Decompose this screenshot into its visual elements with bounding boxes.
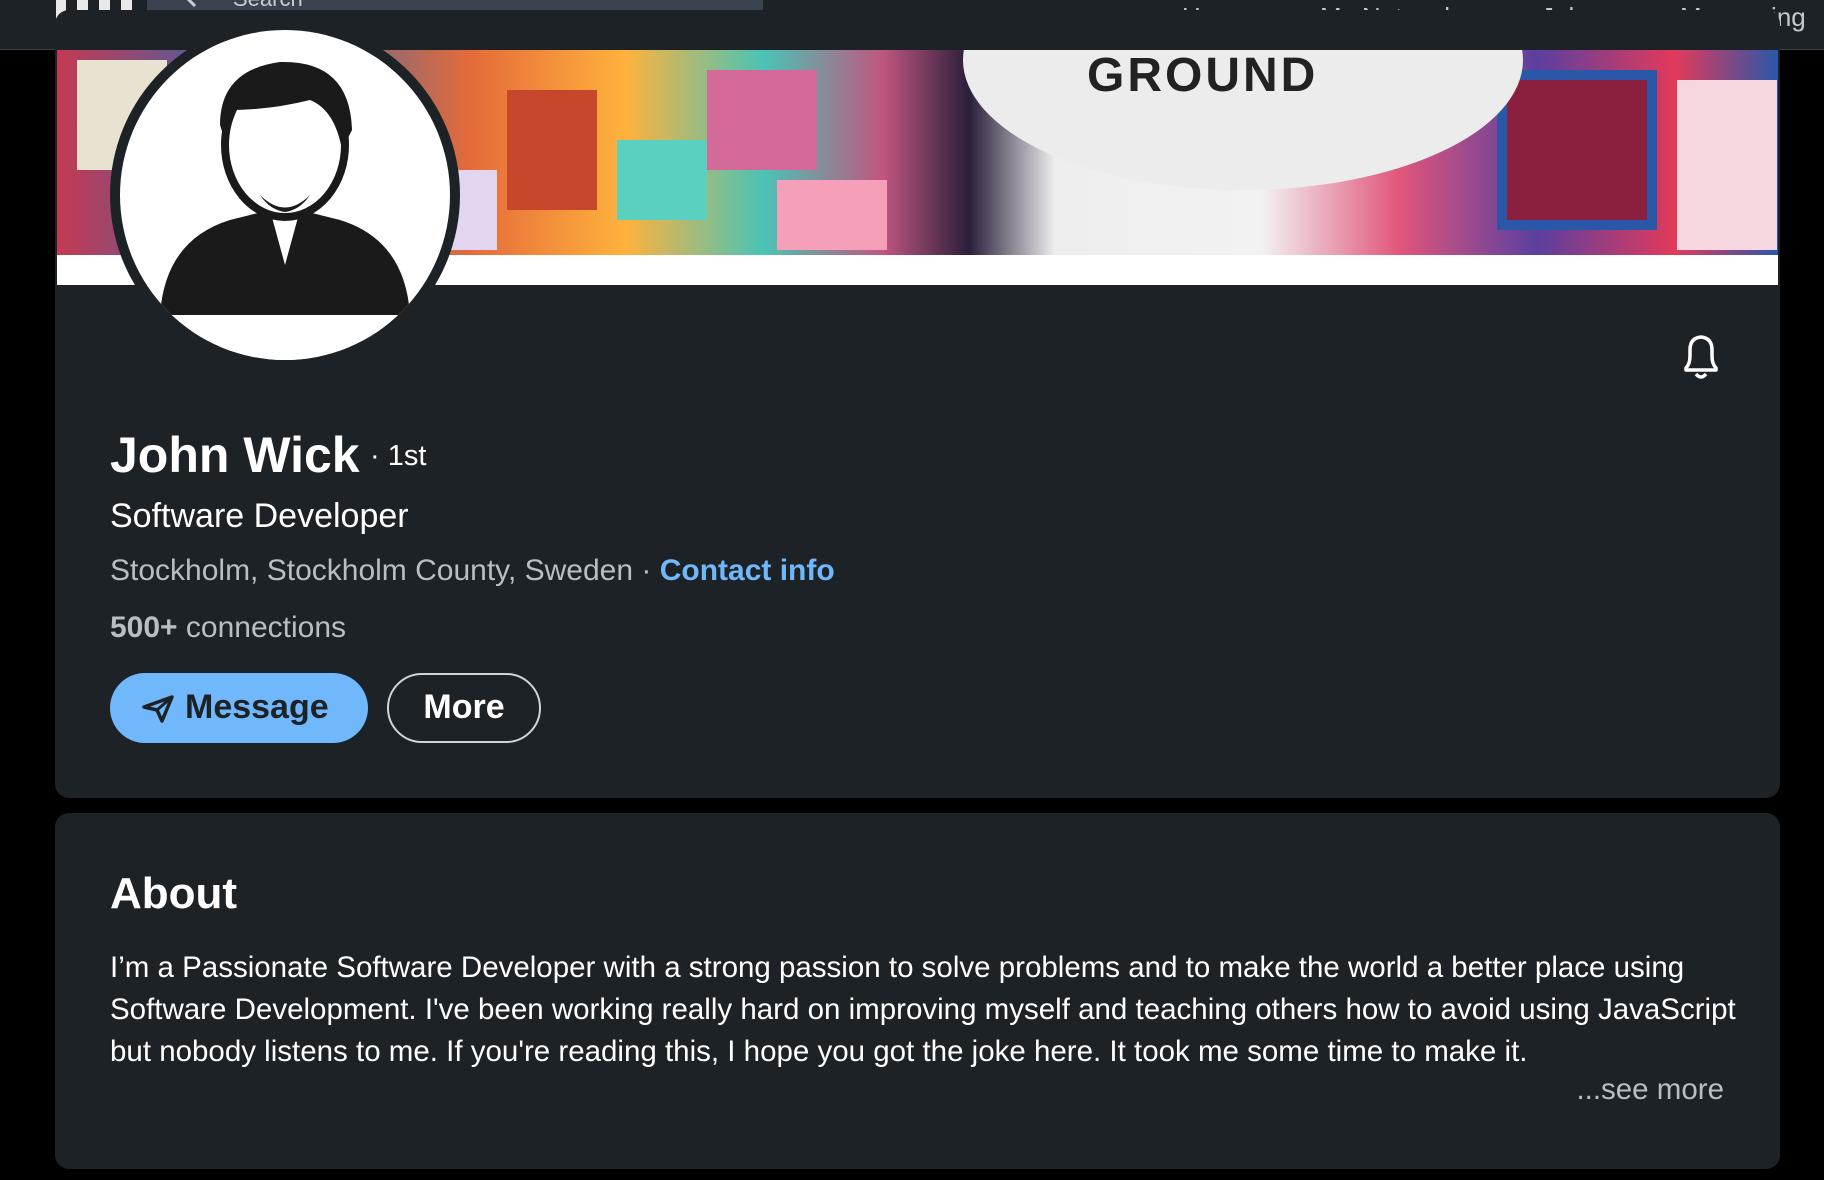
message-button[interactable]: Message [110,673,368,743]
profile-headline: Software Developer [110,497,409,535]
banner-text: GROUND [1087,50,1319,102]
profile-location: Stockholm, Stockholm County, Sweden [110,554,634,587]
connections-label: connections [177,611,347,644]
about-card: About I’m a Passionate Software Develope… [55,813,1780,1169]
profile-avatar[interactable] [110,20,460,370]
search-icon [186,0,197,8]
profile-name: John Wick [110,427,360,483]
bell-icon[interactable] [1678,332,1724,382]
avatar-silhouette-icon [120,61,450,360]
more-button[interactable]: More [387,673,541,743]
contact-info-link[interactable]: Contact info [660,554,835,587]
about-heading: About [110,869,238,918]
connection-degree: · 1st [370,440,427,472]
see-more-link[interactable]: ...see more [1576,1073,1724,1107]
about-text: I’m a Passionate Software Developer with… [110,951,1736,1068]
profile-card: GROUND John Wick · 1st Software Develope… [55,10,1780,798]
message-button-label: Message [185,688,329,726]
profile-location-line: Stockholm, Stockholm County, Sweden · Co… [110,554,835,588]
send-icon [142,695,174,723]
connections-count[interactable]: 500+ connections [110,611,346,645]
connections-number: 500+ [110,611,178,644]
location-separator: · [633,554,660,587]
